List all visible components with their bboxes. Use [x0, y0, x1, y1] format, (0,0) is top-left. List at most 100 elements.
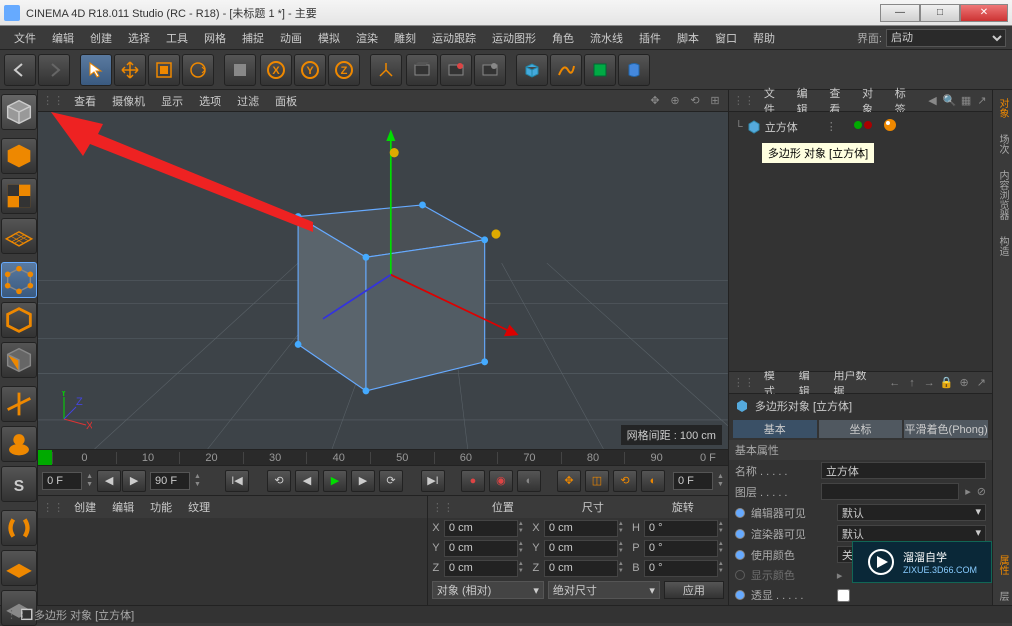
attr-tab-phong[interactable]: 平滑着色(Phong) [904, 420, 988, 438]
menu-plugins[interactable]: 插件 [631, 27, 669, 49]
live-select-tool[interactable] [80, 54, 112, 86]
rot-p-field[interactable]: 0 ° [644, 540, 718, 557]
attr-tab-coord[interactable]: 坐标 [819, 420, 903, 438]
apply-button[interactable]: 应用 [664, 581, 724, 599]
prop-editor-select[interactable]: 默认▾ [837, 504, 986, 521]
render-settings-button[interactable] [474, 54, 506, 86]
workplane-mode-button[interactable] [1, 218, 37, 254]
attr-back-icon[interactable]: ← [888, 376, 901, 390]
playhead[interactable] [38, 450, 52, 466]
viewport-solo-button[interactable] [1, 426, 37, 462]
menu-render[interactable]: 渲染 [348, 27, 386, 49]
vp-menu-options[interactable]: 选项 [193, 91, 227, 111]
prev-frame-button[interactable]: ◀ [295, 470, 319, 492]
prop-usecolor-radio[interactable] [735, 550, 745, 560]
range-start-field[interactable]: 0 F [42, 472, 82, 490]
om-view-icon[interactable]: ▦ [960, 94, 972, 108]
mat-menu-function[interactable]: 功能 [144, 497, 178, 517]
layout-select[interactable]: 启动 [886, 29, 1006, 47]
vtab-object[interactable]: 对象 [993, 94, 1012, 122]
perspective-viewport[interactable]: Y X Z 网格间距 : 100 cm [38, 112, 728, 449]
rotate-tool[interactable] [182, 54, 214, 86]
prop-xray-checkbox[interactable] [837, 589, 850, 602]
key-param-button[interactable]: ◐ [641, 470, 665, 492]
om-popup-icon[interactable]: ↗ [976, 94, 988, 108]
redo-button[interactable] [38, 54, 70, 86]
menu-help[interactable]: 帮助 [745, 27, 783, 49]
menu-character[interactable]: 角色 [544, 27, 582, 49]
add-cube-button[interactable] [516, 54, 548, 86]
minimize-button[interactable]: — [880, 4, 920, 22]
next-key-button[interactable]: ⟳ [379, 470, 403, 492]
mat-menu-create[interactable]: 创建 [68, 497, 102, 517]
attr-up-icon[interactable]: ↑ [905, 376, 918, 390]
render-view-button[interactable] [406, 54, 438, 86]
prop-render-select[interactable]: 默认▾ [837, 525, 986, 542]
menu-animate[interactable]: 动画 [272, 27, 310, 49]
menu-mesh[interactable]: 网格 [196, 27, 234, 49]
rot-b-field[interactable]: 0 ° [644, 560, 718, 577]
prev-key-button[interactable]: ⟲ [267, 470, 291, 492]
planar-workplane-button[interactable] [1, 550, 37, 586]
pos-y-field[interactable]: 0 cm [444, 540, 518, 557]
attr-lock-icon[interactable]: 🔒 [940, 376, 954, 390]
pos-z-field[interactable]: 0 cm [444, 560, 518, 577]
vtab-structure[interactable]: 构造 [993, 232, 1012, 260]
rot-h-field[interactable]: 0 ° [644, 520, 718, 537]
size-y-field[interactable]: 0 cm [544, 540, 618, 557]
close-button[interactable]: ✕ [960, 4, 1008, 22]
polygon-mode-button[interactable] [1, 342, 37, 378]
vp-menu-view[interactable]: 查看 [68, 91, 102, 111]
prop-xray-radio[interactable] [735, 590, 745, 600]
goto-end-button[interactable]: ▶I [421, 470, 445, 492]
vtab-layers[interactable]: 层 [993, 587, 1012, 605]
vp-menu-filter[interactable]: 过滤 [231, 91, 265, 111]
size-z-field[interactable]: 0 cm [544, 560, 618, 577]
vp-menu-panel[interactable]: 面板 [269, 91, 303, 111]
grip-icon[interactable]: ⋮⋮ [42, 501, 64, 514]
y-axis-lock[interactable]: Y [294, 54, 326, 86]
menu-create[interactable]: 创建 [82, 27, 120, 49]
add-spline-button[interactable] [550, 54, 582, 86]
attr-popup-icon[interactable]: ↗ [975, 376, 988, 390]
vp-menu-camera[interactable]: 摄像机 [106, 91, 151, 111]
coord-system-button[interactable] [370, 54, 402, 86]
recent-tool[interactable] [224, 54, 256, 86]
grip-icon[interactable]: ⋮⋮ [733, 376, 755, 389]
menu-window[interactable]: 窗口 [707, 27, 745, 49]
menu-pipeline[interactable]: 流水线 [582, 27, 631, 49]
om-item-cube[interactable]: └ 立方体 ⋮ [733, 116, 988, 137]
record-button[interactable]: ● [461, 470, 485, 492]
timeline-ruler[interactable]: 0 10 20 30 40 50 60 70 80 90 0 F [38, 449, 728, 465]
layer-clear-icon[interactable]: ⊘ [977, 485, 986, 498]
render-pv-button[interactable] [440, 54, 472, 86]
add-generator-button[interactable] [584, 54, 616, 86]
attr-tab-basic[interactable]: 基本 [733, 420, 817, 438]
vp-layout-icon[interactable]: ⊞ [706, 92, 724, 110]
grip-icon[interactable]: ⋮⋮ [733, 94, 755, 107]
om-prev-icon[interactable]: ◀ [927, 94, 939, 108]
menu-tools[interactable]: 工具 [158, 27, 196, 49]
menu-mograph[interactable]: 运动图形 [484, 27, 544, 49]
enable-snap-button[interactable]: S [1, 466, 37, 502]
range-fwd-button[interactable]: ▶ [122, 470, 146, 492]
texture-mode-button[interactable] [1, 178, 37, 214]
model-mode-button[interactable] [1, 138, 37, 174]
menu-snap[interactable]: 捕捉 [234, 27, 272, 49]
menu-edit[interactable]: 编辑 [44, 27, 82, 49]
mat-menu-texture[interactable]: 纹理 [182, 497, 216, 517]
coord-mode-select[interactable]: 对象 (相对)▾ [432, 581, 544, 599]
grip-icon[interactable]: ⋮⋮ [428, 501, 458, 514]
vtab-takes[interactable]: 场次 [993, 130, 1012, 158]
menu-sculpt[interactable]: 雕刻 [386, 27, 424, 49]
pos-x-field[interactable]: 0 cm [444, 520, 518, 537]
vp-nav-pan-icon[interactable]: ✥ [646, 92, 664, 110]
keyframe-sel-button[interactable]: ◐ [517, 470, 541, 492]
z-axis-lock[interactable]: Z [328, 54, 360, 86]
range-back-button[interactable]: ◀ [97, 470, 121, 492]
x-axis-lock[interactable]: X [260, 54, 292, 86]
move-tool[interactable] [114, 54, 146, 86]
key-pos-button[interactable]: ✥ [557, 470, 581, 492]
vtab-attributes[interactable]: 属性 [993, 551, 1012, 579]
current-frame-field[interactable]: 0 F [673, 472, 713, 490]
